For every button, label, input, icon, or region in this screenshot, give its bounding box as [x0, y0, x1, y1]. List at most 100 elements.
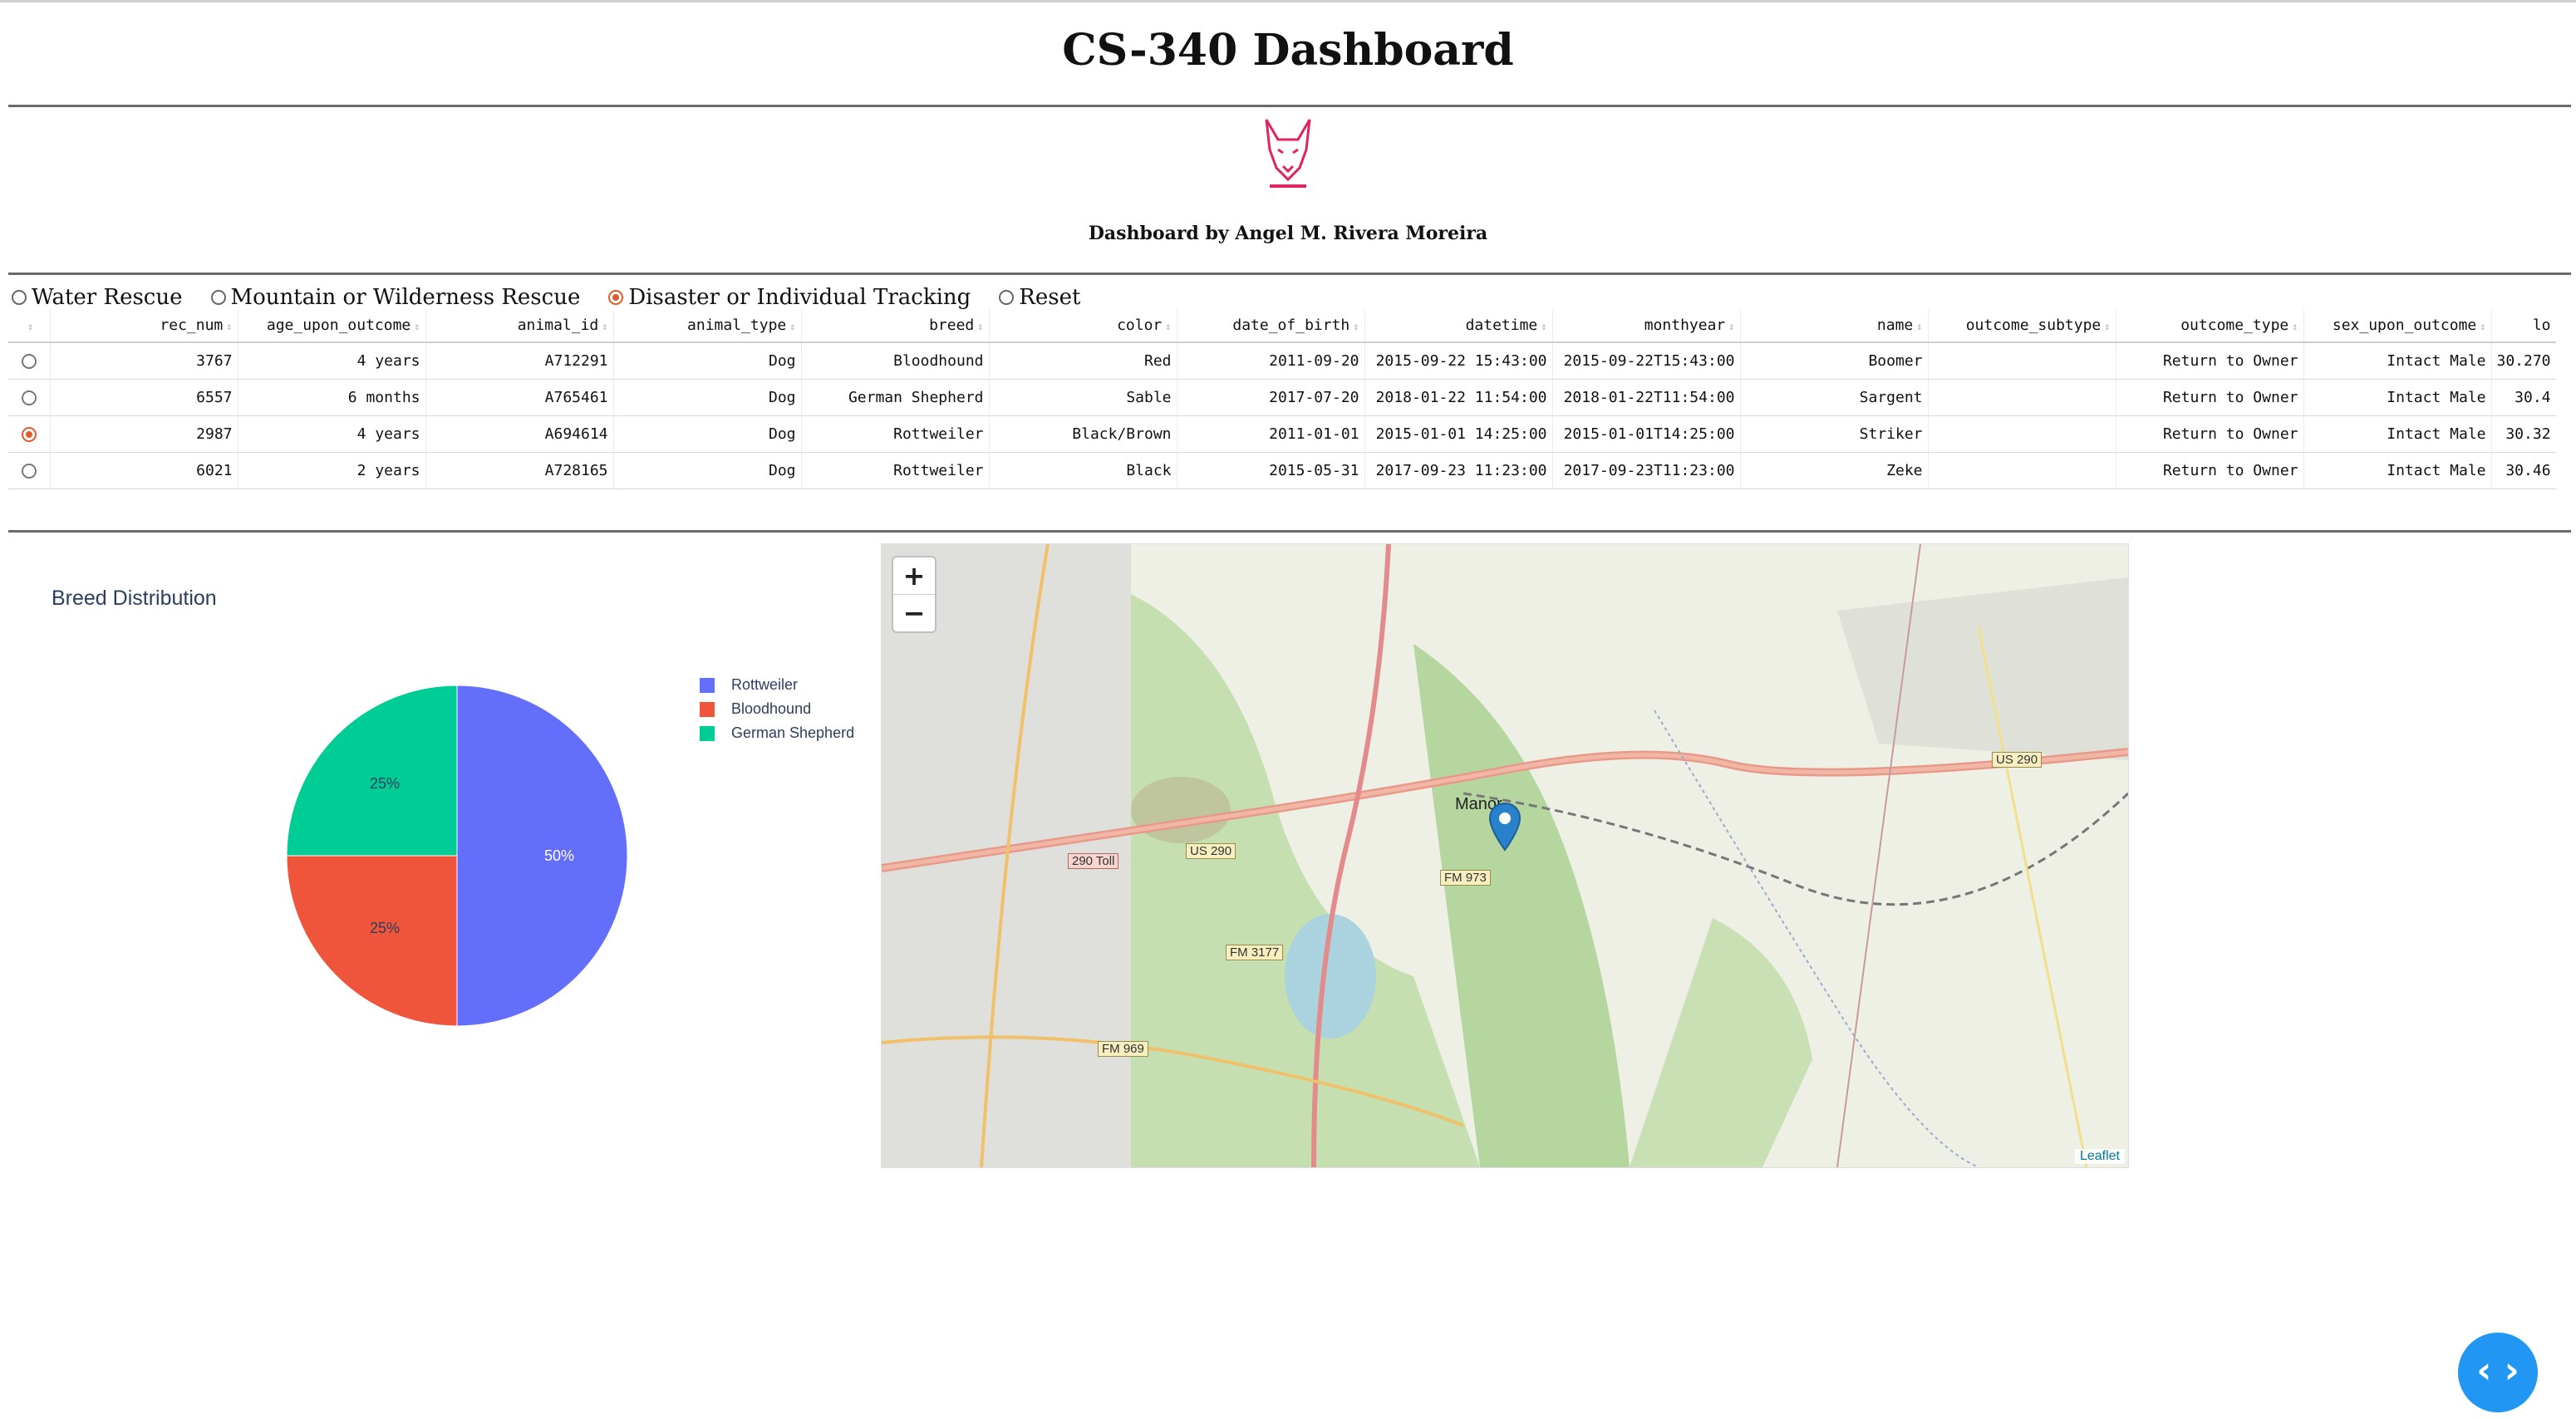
column-header[interactable]: outcome_type ⇕ [2115, 309, 2303, 343]
table-cell[interactable]: Rottweiler [800, 415, 989, 453]
sort-icon[interactable]: ⇕ [2480, 321, 2485, 332]
table-cell[interactable]: 6557 [49, 379, 238, 416]
table-cell[interactable]: Dog [612, 342, 801, 380]
sort-icon[interactable]: ⇕ [27, 321, 33, 332]
column-header[interactable]: rec_num ⇕ [49, 309, 238, 343]
filter-option[interactable]: Reset [999, 285, 1080, 310]
table-cell[interactable]: 2018-01-22T11:54:00 [1551, 379, 1740, 416]
table-cell[interactable]: Return to Owner [2115, 342, 2303, 380]
map-panel[interactable]: Manor US 290 290 Toll US 290 FM 973 FM 3… [881, 543, 2129, 1168]
sort-icon[interactable]: ⇕ [1916, 321, 1922, 332]
column-header[interactable]: age_upon_outcome ⇕ [237, 309, 425, 343]
column-header[interactable]: sex_upon_outcome ⇕ [2303, 309, 2491, 343]
table-cell[interactable]: 2011-01-01 [1176, 415, 1364, 453]
sort-icon[interactable]: ⇕ [1728, 321, 1734, 332]
table-cell[interactable] [1927, 415, 2116, 453]
filter-option[interactable]: Water Rescue [12, 285, 183, 310]
table-cell[interactable]: Intact Male [2303, 379, 2491, 416]
table-cell[interactable]: 30.32 [2490, 415, 2556, 453]
table-cell[interactable]: Rottweiler [800, 452, 989, 489]
table-cell[interactable]: 2015-01-01 14:25:00 [1364, 415, 1552, 453]
row-select-radio[interactable] [21, 463, 37, 479]
column-header[interactable]: color ⇕ [988, 309, 1177, 343]
code-toggle-button[interactable]: ‹ › [2458, 1333, 2538, 1412]
table-cell[interactable]: A728165 [425, 452, 613, 489]
table-cell[interactable]: A765461 [425, 379, 613, 416]
table-cell[interactable]: 3767 [49, 342, 238, 380]
table-cell[interactable]: 2015-01-01T14:25:00 [1551, 415, 1740, 453]
legend-item[interactable]: German Shepherd [700, 721, 854, 745]
breed-pie-chart[interactable]: 50% 25% 25% [249, 648, 665, 1063]
table-cell[interactable]: 2011-09-20 [1176, 342, 1364, 380]
table-cell[interactable]: German Shepherd [800, 379, 989, 416]
zoom-out-button[interactable]: − [893, 594, 935, 631]
table-cell[interactable]: Dog [612, 379, 801, 416]
table-cell[interactable]: 2015-09-22T15:43:00 [1551, 342, 1740, 380]
radio-button[interactable] [608, 290, 624, 305]
filter-option[interactable]: Mountain or Wilderness Rescue [210, 285, 580, 310]
radio-button[interactable] [210, 290, 226, 305]
pie-slice-german-shepherd[interactable] [286, 685, 458, 857]
column-header[interactable]: monthyear ⇕ [1551, 309, 1740, 343]
table-cell[interactable]: Return to Owner [2115, 415, 2303, 453]
table-cell[interactable]: 4 years [237, 415, 425, 453]
column-header[interactable]: outcome_subtype ⇕ [1927, 309, 2116, 343]
table-cell[interactable]: 4 years [237, 342, 425, 380]
radio-button[interactable] [12, 290, 27, 305]
table-cell[interactable]: Black/Brown [988, 415, 1177, 453]
table-cell[interactable]: 2017-09-23T11:23:00 [1551, 452, 1740, 489]
table-cell[interactable]: 2015-09-22 15:43:00 [1364, 342, 1552, 380]
table-cell[interactable]: Bloodhound [800, 342, 989, 380]
table-cell[interactable]: Return to Owner [2115, 452, 2303, 489]
map-attribution-link[interactable]: Leaflet [2074, 1149, 2125, 1164]
sort-icon[interactable]: ⇕ [977, 321, 983, 332]
column-header[interactable]: lo [2490, 309, 2556, 343]
table-cell[interactable]: Red [988, 342, 1177, 380]
table-cell[interactable]: Striker [1739, 415, 1928, 453]
column-header[interactable]: date_of_birth ⇕ [1176, 309, 1364, 343]
table-cell[interactable]: Dog [612, 452, 801, 489]
filter-option[interactable]: Disaster or Individual Tracking [608, 285, 971, 310]
column-header[interactable]: animal_type ⇕ [612, 309, 801, 343]
sort-icon[interactable]: ⇕ [2104, 321, 2110, 332]
sort-icon[interactable]: ⇕ [1541, 321, 1546, 332]
pie-slice-bloodhound[interactable] [286, 855, 458, 1027]
zoom-in-button[interactable]: + [893, 557, 935, 594]
table-cell[interactable]: Black [988, 452, 1177, 489]
table-cell[interactable]: Dog [612, 415, 801, 453]
sort-icon[interactable]: ⇕ [1165, 321, 1171, 332]
sort-icon[interactable]: ⇕ [414, 321, 420, 332]
table-cell[interactable]: 30.270 [2490, 342, 2556, 380]
sort-icon[interactable]: ⇕ [602, 321, 607, 332]
row-select-radio[interactable] [21, 353, 37, 369]
sort-icon[interactable]: ⇕ [1353, 321, 1359, 332]
table-cell[interactable] [1927, 379, 2116, 416]
table-cell[interactable] [1927, 342, 2116, 380]
legend-item[interactable]: Rottweiler [700, 673, 854, 697]
column-header[interactable]: datetime ⇕ [1364, 309, 1552, 343]
map-marker-icon[interactable] [1488, 802, 1522, 852]
table-cell[interactable]: 6021 [49, 452, 238, 489]
radio-button[interactable] [999, 290, 1015, 305]
select-column-header[interactable]: ⇕ [8, 309, 50, 343]
table-cell[interactable]: Intact Male [2303, 452, 2491, 489]
legend-item[interactable]: Bloodhound [700, 697, 854, 721]
table-cell[interactable]: Return to Owner [2115, 379, 2303, 416]
table-cell[interactable]: 30.4 [2490, 379, 2556, 416]
sort-icon[interactable]: ⇕ [226, 321, 232, 332]
column-header[interactable]: animal_id ⇕ [425, 309, 613, 343]
table-cell[interactable]: A694614 [425, 415, 613, 453]
table-cell[interactable]: Intact Male [2303, 415, 2491, 453]
table-cell[interactable]: 2017-07-20 [1176, 379, 1364, 416]
table-cell[interactable]: 2015-05-31 [1176, 452, 1364, 489]
table-cell[interactable] [1927, 452, 2116, 489]
column-header[interactable]: name ⇕ [1739, 309, 1928, 343]
table-cell[interactable]: Sable [988, 379, 1177, 416]
table-cell[interactable]: 2018-01-22 11:54:00 [1364, 379, 1552, 416]
table-cell[interactable]: Intact Male [2303, 342, 2491, 380]
table-cell[interactable]: 2987 [49, 415, 238, 453]
table-cell[interactable]: 2017-09-23 11:23:00 [1364, 452, 1552, 489]
table-cell[interactable]: 30.46 [2490, 452, 2556, 489]
table-cell[interactable]: Sargent [1739, 379, 1928, 416]
row-select-radio[interactable] [21, 390, 37, 405]
